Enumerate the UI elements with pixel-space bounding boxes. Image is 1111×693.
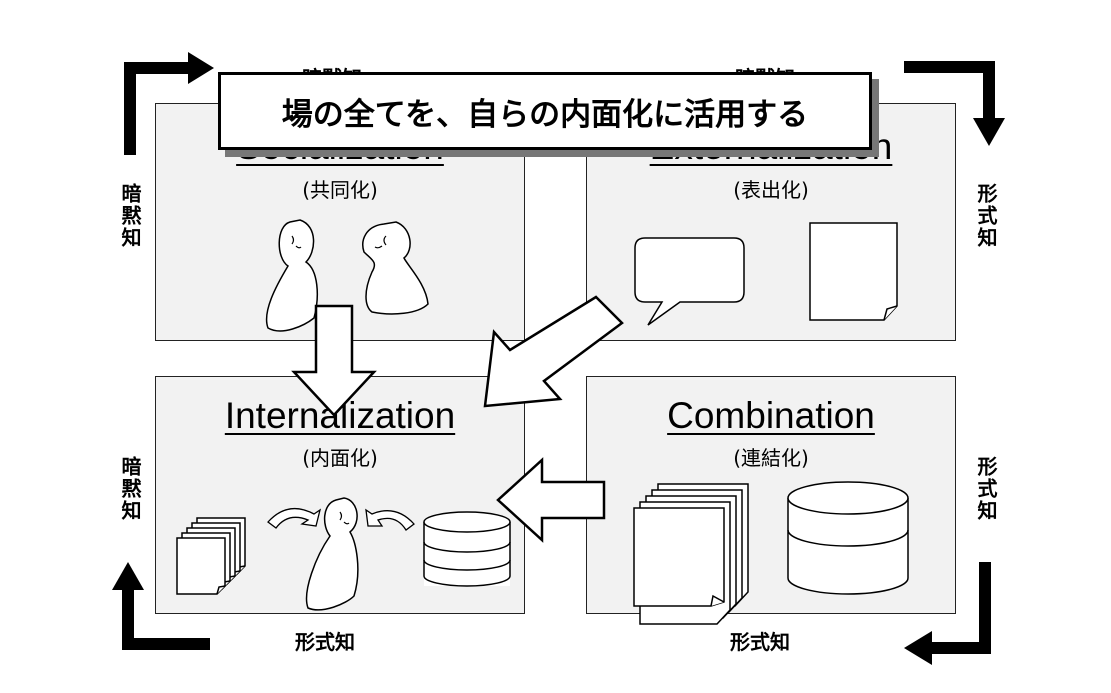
corner-arrow-icon <box>904 562 991 665</box>
database-icon <box>787 481 909 595</box>
database-icon <box>423 511 511 587</box>
label-bottom-left: 形式知 <box>295 630 355 654</box>
document-stack-icon <box>176 517 246 595</box>
label-right-bottom: 形式知 <box>974 456 998 522</box>
speech-bubble-icon <box>634 237 745 326</box>
label-left-bottom: 暗黙知 <box>118 456 142 522</box>
document-icon <box>809 222 898 321</box>
block-arrow-icon <box>483 295 624 408</box>
label-left-top: 暗黙知 <box>118 183 142 249</box>
seci-diagram: Socialization (共同化) Externalization (表出化… <box>0 0 1111 693</box>
person-icon <box>265 219 319 332</box>
label-right-top: 形式知 <box>974 183 998 249</box>
document-stack-icon <box>633 483 749 625</box>
label-bottom-right: 形式知 <box>730 630 790 654</box>
banner-text: 場の全てを、自らの内面化に活用する <box>281 96 809 133</box>
banner-callout: 場の全てを、自らの内面化に活用する <box>218 72 872 150</box>
curved-arrow-icon <box>365 508 415 531</box>
block-arrow-icon <box>496 457 606 543</box>
corner-arrow-icon <box>904 61 1005 146</box>
curved-arrow-icon <box>267 507 322 529</box>
corner-arrow-icon <box>124 52 214 155</box>
person-icon <box>362 221 429 315</box>
